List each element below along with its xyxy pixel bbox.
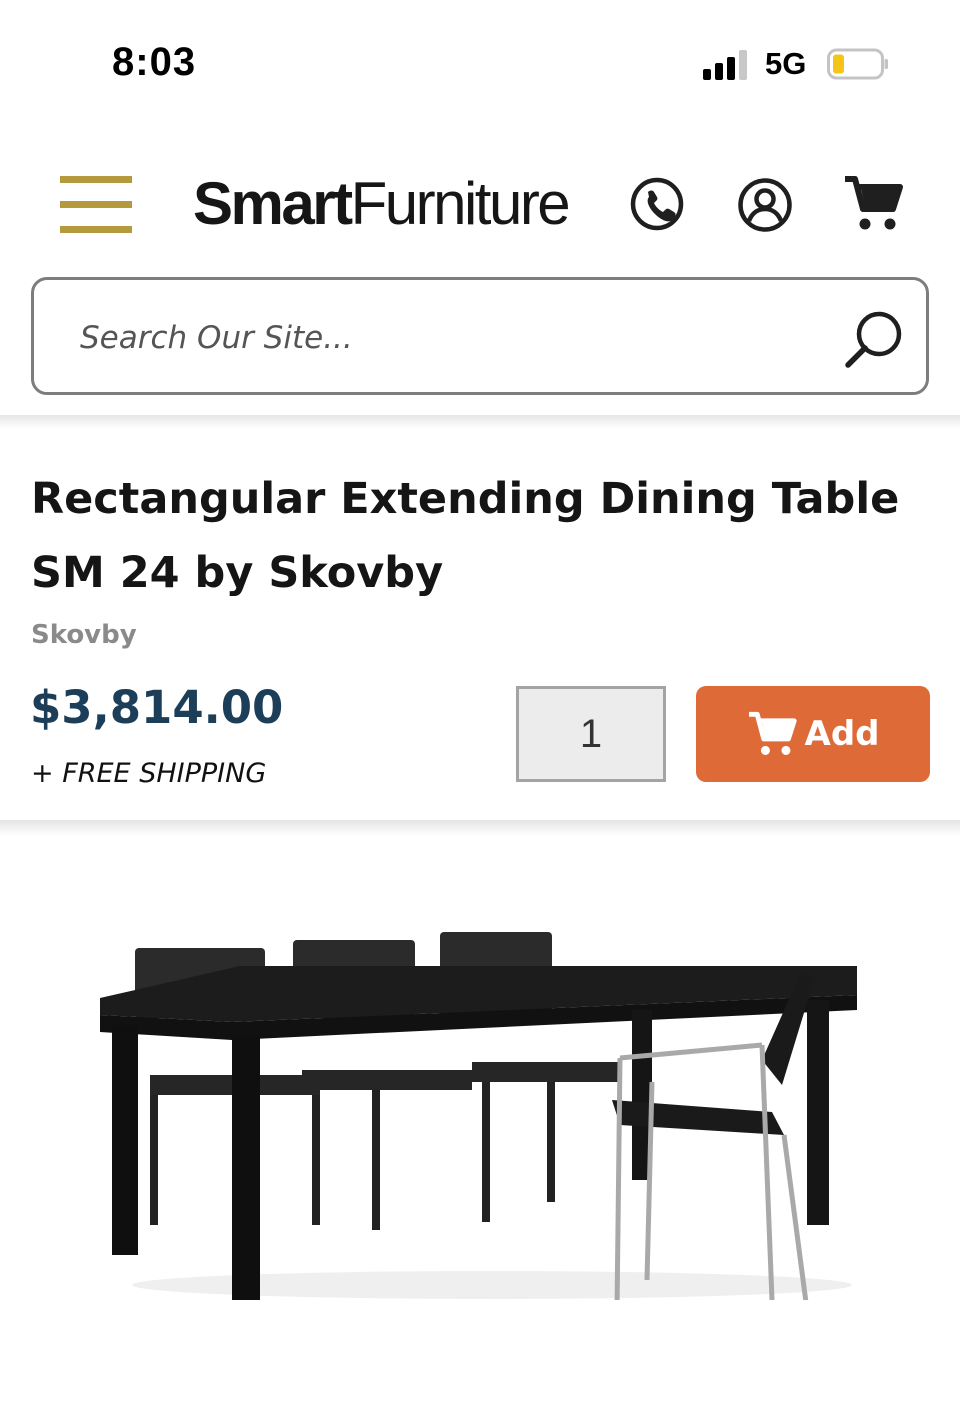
network-type: 5G (765, 46, 807, 81)
product-title: Rectangular Extending Dining Table SM 24… (31, 474, 900, 598)
search-box (31, 277, 929, 395)
hamburger-icon[interactable] (60, 176, 132, 234)
search-input[interactable] (78, 308, 798, 368)
product-price: $3,814.00 (30, 681, 284, 734)
status-bar: 8:03 5G (0, 0, 960, 130)
quantity-input[interactable] (516, 686, 666, 782)
logo-bold-text: Smart (193, 170, 353, 237)
product-brand-link[interactable]: Skovby (31, 620, 137, 650)
add-button-label: Add (804, 714, 880, 754)
add-to-cart-button[interactable]: Add (696, 686, 930, 782)
account-icon[interactable] (737, 177, 793, 233)
cart-icon[interactable] (843, 175, 903, 233)
logo-light-text: Furniture (350, 170, 571, 237)
header-divider (0, 415, 960, 429)
phone-icon[interactable] (629, 176, 685, 232)
status-time: 8:03 (112, 40, 197, 84)
shipping-note: + FREE SHIPPING (31, 758, 267, 789)
signal-icon (703, 50, 749, 80)
product-info-shadow (0, 820, 960, 836)
dining-table-photo[interactable] (72, 900, 890, 1300)
search-icon[interactable] (841, 306, 907, 372)
site-header: SmartFurniture (0, 150, 960, 265)
battery-icon (827, 48, 888, 80)
site-logo[interactable]: SmartFurniture (193, 168, 571, 240)
cart-icon (748, 711, 797, 755)
